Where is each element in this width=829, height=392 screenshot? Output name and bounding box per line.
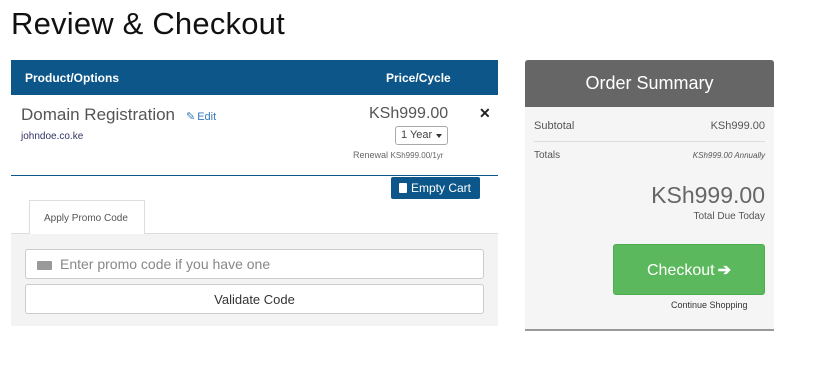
- cart-table: Product/Options Price/Cycle Domain Regis…: [11, 60, 498, 199]
- billing-cycle-value: 1 Year: [401, 129, 433, 141]
- subtotal-value: KSh999.00: [710, 120, 765, 132]
- promo-panel: Enter promo code if you have one Validat…: [11, 233, 498, 326]
- ticket-icon: [37, 261, 52, 270]
- continue-shopping-link[interactable]: Continue Shopping: [671, 300, 748, 310]
- renewal-value: KSh999.00/1yr: [390, 151, 444, 160]
- order-summary: Order Summary Subtotal KSh999.00 Totals …: [525, 60, 774, 331]
- item-domain: johndoe.co.ke: [21, 131, 84, 142]
- cart-item-row: Domain Registration ✎ Edit johndoe.co.ke …: [11, 95, 498, 176]
- caret-down-icon: [436, 134, 442, 138]
- remove-item-icon[interactable]: ✕: [479, 105, 491, 122]
- promo-section: Apply Promo Code Enter promo code if you…: [11, 200, 498, 326]
- price-cycle-header: Price/Cycle: [386, 71, 451, 85]
- empty-cart-button[interactable]: Empty Cart: [391, 177, 480, 199]
- subtotal-label: Subtotal: [534, 120, 575, 132]
- tab-apply-promo-code[interactable]: Apply Promo Code: [29, 200, 145, 234]
- product-options-header: Product/Options: [25, 71, 119, 85]
- order-summary-title: Order Summary: [525, 60, 774, 107]
- edit-label: Edit: [197, 111, 217, 123]
- totals-label: Totals: [534, 150, 561, 161]
- totals-value: KSh999.00 Annually: [692, 151, 765, 160]
- validate-code-button[interactable]: Validate Code: [25, 284, 484, 314]
- divider: [534, 141, 765, 142]
- renewal-info: Renewal KSh999.00/1yr: [353, 150, 443, 160]
- arrow-right-icon: ➔: [717, 262, 731, 279]
- promo-placeholder: Enter promo code if you have one: [60, 256, 271, 272]
- total-due-label: Total Due Today: [693, 211, 765, 222]
- promo-code-input[interactable]: Enter promo code if you have one: [25, 249, 484, 279]
- trash-icon: [399, 183, 407, 193]
- pencil-icon: ✎: [186, 111, 196, 123]
- checkout-label: Checkout: [647, 262, 715, 279]
- edit-link[interactable]: ✎ Edit: [186, 110, 216, 123]
- page-title: Review & Checkout: [11, 6, 285, 41]
- billing-cycle-select[interactable]: 1 Year: [395, 126, 448, 145]
- checkout-button[interactable]: Checkout ➔: [613, 244, 765, 295]
- item-name: Domain Registration: [21, 105, 176, 124]
- empty-cart-label: Empty Cart: [411, 181, 472, 195]
- renewal-label: Renewal: [353, 150, 389, 160]
- item-price: KSh999.00: [369, 105, 449, 122]
- cart-header: Product/Options Price/Cycle: [11, 60, 498, 95]
- total-due-amount: KSh999.00: [651, 182, 765, 208]
